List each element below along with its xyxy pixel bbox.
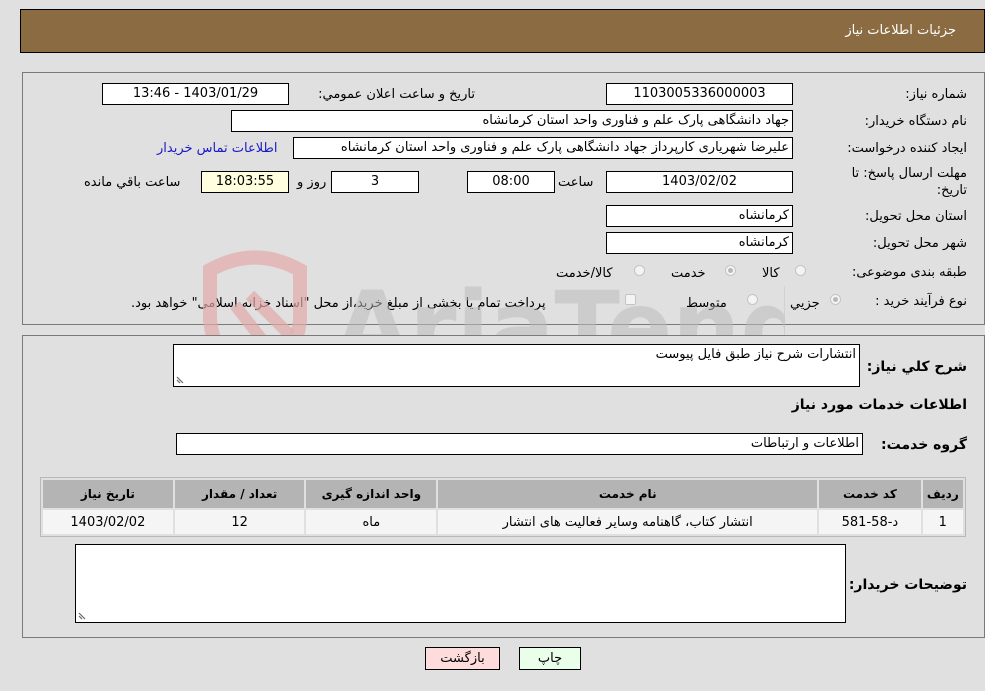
back-button[interactable]: بازگشت [425,647,500,670]
city-label: شهر محل تحويل: [872,236,967,251]
services-heading: اطلاعات خدمات مورد نياز [791,397,967,413]
need-number-field[interactable]: 1103005336000003 [606,83,793,105]
table-header-row: رديف کد خدمت نام خدمت واحد اندازه گيری ت… [43,480,963,508]
col-service-code: کد خدمت [819,480,921,508]
page-header: جزئيات اطلاعات نياز [20,9,985,53]
process-radio-medium[interactable] [747,294,758,305]
process-option-medium: متوسط [686,296,727,311]
category-option-goods-service: کالا/خدمت [556,266,613,281]
col-service-name: نام خدمت [438,480,818,508]
buyer-org-field[interactable]: جهاد دانشگاهی پارک علم و فناوری واحد است… [231,110,793,132]
deadline-label: مهلت ارسال پاسخ: تا تاريخ: [851,166,967,198]
category-label: طبقه بندی موضوعی: [851,265,967,280]
category-option-service: خدمت [671,266,706,281]
resize-grip-icon[interactable] [78,610,88,620]
city-field[interactable]: کرمانشاه [606,232,793,254]
cell-unit: ماه [306,510,437,534]
cell-service-code: د-58-581 [819,510,921,534]
creator-label: ايجاد کننده درخواست: [847,141,967,156]
general-desc-text: انتشارات شرح نياز طبق فايل پيوست [655,347,856,362]
buyer-notes-textarea[interactable] [75,544,846,623]
category-option-goods: کالا [762,266,780,281]
cell-need-date: 1403/02/02 [43,510,173,534]
col-unit: واحد اندازه گيری [306,480,437,508]
services-table-wrap: رديف کد خدمت نام خدمت واحد اندازه گيری ت… [40,477,966,537]
general-desc-label: شرح کلي نياز: [866,359,967,375]
buyer-org-label: نام دستگاه خريدار: [864,114,967,129]
remaining-time-field[interactable]: 18:03:55 [201,171,289,193]
remaining-label: ساعت باقي مانده [84,175,181,190]
cell-service-name: انتشار کتاب، گاهنامه وساير فعاليت های ان… [438,510,818,534]
table-row: 1 د-58-581 انتشار کتاب، گاهنامه وساير فع… [43,510,963,534]
buyer-notes-label: توضيحات خريدار: [848,577,967,593]
page-title: جزئيات اطلاعات نياز [845,23,956,38]
category-radio-goods[interactable] [795,265,806,276]
announce-label: تاريخ و ساعت اعلان عمومي: [318,87,475,102]
process-type-label: نوع فرآيند خريد : [875,294,967,309]
service-group-label: گروه خدمت: [881,437,967,453]
category-radio-goods-service[interactable] [634,265,645,276]
service-group-field[interactable]: اطلاعات و ارتباطات [176,433,863,455]
resize-grip-icon[interactable] [176,374,186,384]
deadline-time-field[interactable]: 08:00 [467,171,555,193]
cell-row-number: 1 [922,510,963,534]
province-label: استان محل تحويل: [865,209,967,224]
need-number-label: شماره نياز: [905,87,967,102]
col-row-number: رديف [922,480,963,508]
services-table: رديف کد خدمت نام خدمت واحد اندازه گيری ت… [40,477,966,537]
payment-note: پرداخت تمام يا بخشی از مبلغ خريد،از محل … [131,296,546,311]
buyer-contact-link[interactable]: اطلاعات تماس خريدار [157,141,277,156]
announce-datetime-field[interactable]: 1403/01/29 - 13:46 [102,83,289,105]
general-desc-textarea[interactable]: انتشارات شرح نياز طبق فايل پيوست [173,344,860,387]
process-radio-minor[interactable] [830,294,841,305]
col-quantity: تعداد / مقدار [174,480,305,508]
days-label: روز و [297,175,327,190]
print-button[interactable]: چاپ [519,647,581,670]
deadline-date-field[interactable]: 1403/02/02 [606,171,793,193]
province-field[interactable]: کرمانشاه [606,205,793,227]
cell-quantity: 12 [174,510,305,534]
creator-field[interactable]: علیرضا شهریاری کارپرداز جهاد دانشگاهی پا… [293,137,793,159]
category-radio-service[interactable] [725,265,736,276]
col-need-date: تاريخ نياز [43,480,173,508]
treasury-payment-checkbox[interactable] [625,294,636,305]
remaining-days-field[interactable]: 3 [331,171,419,193]
process-option-minor: جزيي [790,296,820,311]
deadline-time-label: ساعت [558,175,594,190]
